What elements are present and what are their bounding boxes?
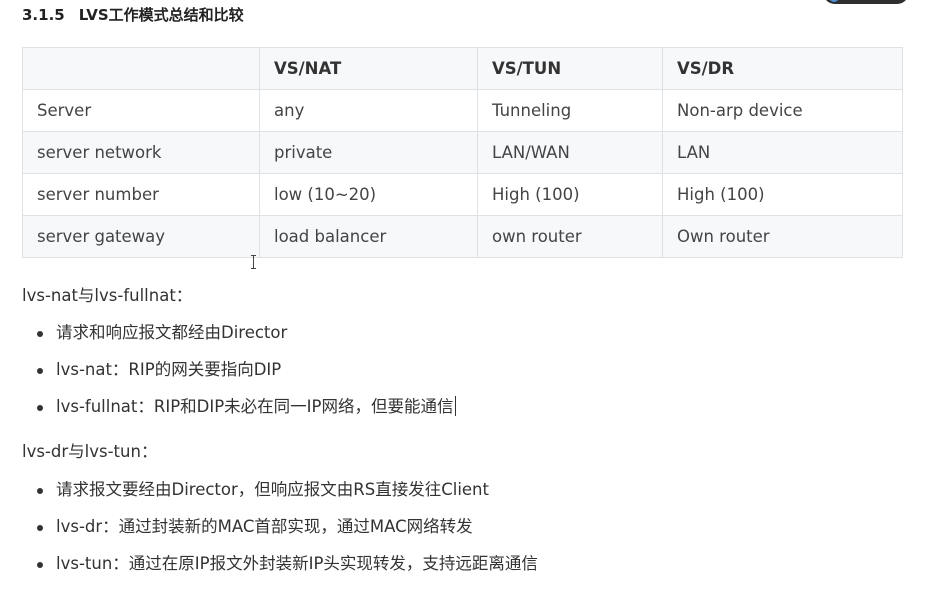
table-row: server gateway load balancer own router …: [22, 215, 903, 258]
list-item: 请求和响应报文都经由Director: [22, 321, 456, 358]
header-cell-vs-tun: VS/TUN: [477, 47, 663, 90]
section-title: LVS工作模式总结和比较: [78, 6, 244, 24]
row-label: server number: [22, 173, 260, 216]
table-cell: LAN/WAN: [477, 131, 663, 174]
row-label: server gateway: [22, 215, 260, 258]
table-cell: Non-arp device: [662, 89, 903, 132]
toolbar-icon: [829, 0, 839, 2]
mouse-ibeam-cursor-icon: [251, 255, 258, 269]
lvs-comparison-table: VS/NAT VS/TUN VS/DR Server any Tunneling…: [22, 47, 903, 258]
table-cell: low (10~20): [259, 173, 478, 216]
row-label: server network: [22, 131, 260, 174]
table-header-row: VS/NAT VS/TUN VS/DR: [22, 47, 903, 90]
table-cell: Tunneling: [477, 89, 663, 132]
list-item-text: lvs-fullnat：RIP和DIP未必在同一IP网络，但要能通信: [56, 397, 454, 416]
list-item[interactable]: lvs-fullnat：RIP和DIP未必在同一IP网络，但要能通信: [22, 395, 456, 432]
header-cell-empty: [22, 47, 260, 90]
table-cell: Own router: [662, 215, 903, 258]
table-cell: private: [259, 131, 478, 174]
table-row: server network private LAN/WAN LAN: [22, 131, 903, 174]
table-cell: High (100): [662, 173, 903, 216]
dr-bullet-list: 请求报文要经由Director，但响应报文由RS直接发往Client lvs-d…: [22, 478, 538, 589]
table-cell: High (100): [477, 173, 663, 216]
floating-toolbar-widget[interactable]: [823, 0, 909, 4]
table-row: Server any Tunneling Non-arp device: [22, 89, 903, 132]
list-item: lvs-tun：通过在原IP报文外封装新IP头实现转发，支持远距离通信: [22, 552, 538, 589]
table-row: server number low (10~20) High (100) Hig…: [22, 173, 903, 216]
nat-intro-paragraph: lvs-nat与lvs-fullnat：: [22, 286, 193, 305]
table-cell: LAN: [662, 131, 903, 174]
dr-intro-paragraph: lvs-dr与lvs-tun：: [22, 442, 158, 461]
section-heading: 3.1.5 LVS工作模式总结和比较: [22, 4, 244, 25]
header-cell-vs-nat: VS/NAT: [259, 47, 478, 90]
table-cell: own router: [477, 215, 663, 258]
list-item: 请求报文要经由Director，但响应报文由RS直接发往Client: [22, 478, 538, 515]
row-label: Server: [22, 89, 260, 132]
list-item: lvs-nat：RIP的网关要指向DIP: [22, 358, 456, 395]
table-cell: any: [259, 89, 478, 132]
header-cell-vs-dr: VS/DR: [662, 47, 903, 90]
text-caret: [454, 396, 456, 416]
table-cell: load balancer: [259, 215, 478, 258]
list-item: lvs-dr：通过封装新的MAC首部实现，通过MAC网络转发: [22, 515, 538, 552]
section-number: 3.1.5: [22, 6, 65, 24]
nat-bullet-list: 请求和响应报文都经由Director lvs-nat：RIP的网关要指向DIP …: [22, 321, 456, 432]
